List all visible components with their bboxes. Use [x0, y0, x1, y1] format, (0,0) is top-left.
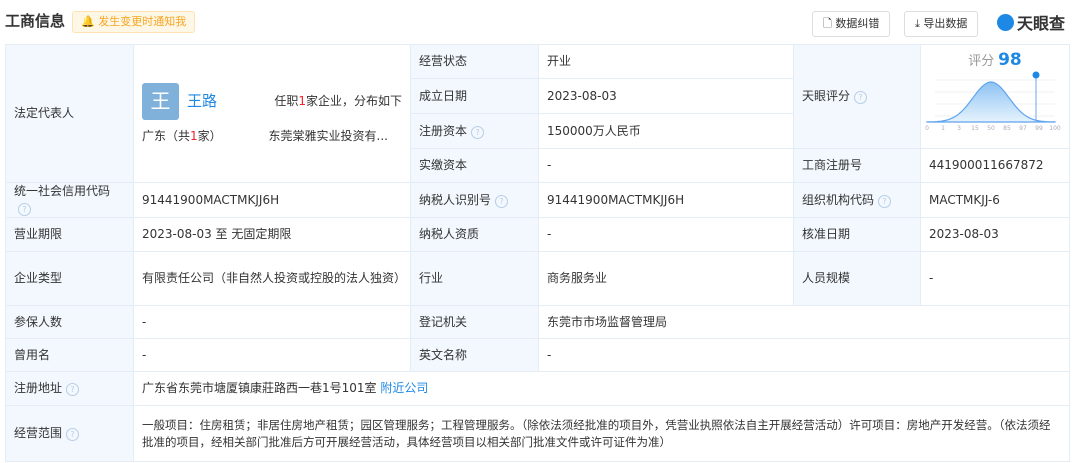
score-value: 98 [998, 50, 1022, 70]
founded-value: 2023-08-03 [538, 78, 794, 114]
chart-ticks: 0 1 3 15 50 85 97 99 100 [925, 125, 1061, 132]
logo-icon [997, 13, 1014, 31]
notify-button[interactable]: 🔔 发生变更时通知我 [72, 11, 196, 33]
taxpayer-qual-value: - [538, 217, 794, 252]
tick-label: 1 [941, 125, 945, 132]
logo: 天眼查 [997, 10, 1065, 34]
status-value: 开业 [538, 44, 794, 79]
tick-label: 3 [957, 125, 961, 132]
tick-label: 97 [1019, 125, 1027, 132]
org-code-label: 组织机构代码? [793, 182, 921, 218]
logo-text: 天眼查 [1017, 14, 1066, 33]
industry-label: 行业 [410, 251, 539, 306]
founded-label: 成立日期 [410, 78, 539, 114]
notify-label: 发生变更时通知我 [98, 15, 187, 28]
english-name-value: - [538, 338, 1070, 372]
insured-label: 参保人数 [5, 305, 134, 339]
tick-label: 100 [1049, 125, 1061, 132]
reg-no-value: 441900011667872 [920, 148, 1070, 183]
scope-value: 一般项目：住房租赁；非居住房地产租赁；园区管理服务；工程管理服务。（除依法须经批… [133, 405, 1070, 462]
taxpayer-id-value: 91441900MACTMKJJ6H [538, 182, 794, 218]
english-name-label: 英文名称 [410, 338, 539, 372]
staff-label: 人员规模 [793, 251, 921, 306]
term-value: 2023-08-03 至 无固定期限 [133, 217, 411, 252]
related-company[interactable]: 东莞棠雅实业投资有... [269, 128, 388, 145]
scope-label: 经营范围? [5, 405, 134, 462]
paid-capital-label: 实缴资本 [410, 148, 539, 183]
score-distribution-chart: 0 1 3 15 50 85 97 99 100 [925, 71, 1061, 132]
help-icon[interactable]: ? [854, 91, 868, 104]
help-icon[interactable]: ? [471, 125, 485, 139]
help-icon[interactable]: ? [495, 194, 509, 208]
reg-capital-label: 注册资本? [410, 113, 539, 149]
type-value: 有限责任公司（非自然人投资或控股的法人独资） [133, 251, 411, 306]
authority-value: 东莞市市场监督管理局 [538, 305, 1070, 339]
reg-no-label: 工商注册号 [793, 148, 921, 183]
term-label: 营业期限 [5, 217, 134, 252]
credit-code-label: 统一社会信用代码? [5, 182, 134, 218]
address-value: 广东省东莞市塘厦镇康莊路西一巷1号101室 附近公司 [133, 371, 1070, 406]
staff-value: - [920, 251, 1070, 306]
tick-label: 50 [987, 125, 995, 132]
taxpayer-qual-label: 纳税人资质 [410, 217, 539, 252]
legal-rep-cell: 王王路 任职1家企业，分布如下 广东（共1家） 东莞棠雅实业投资有... [133, 44, 411, 183]
legal-rep-label: 法定代表人 [5, 44, 134, 183]
positions-text: 任职1家企业，分布如下 [274, 93, 402, 108]
legal-rep-name[interactable]: 王路 [187, 92, 217, 110]
score-label: 天眼评分? [793, 44, 921, 149]
help-icon[interactable]: ? [66, 428, 80, 441]
address-label: 注册地址? [5, 371, 134, 406]
page-title: 工商信息 [5, 12, 66, 30]
avatar: 王 [142, 82, 179, 120]
tick-label: 0 [925, 125, 929, 132]
score-title: 评分 [968, 54, 995, 69]
export-label: 导出数据 [923, 17, 968, 30]
download-icon: ⤓ [915, 17, 920, 30]
industry-value: 商务服务业 [538, 251, 794, 306]
former-name-label: 曾用名 [5, 338, 134, 372]
tick-label: 15 [971, 125, 979, 132]
type-label: 企业类型 [5, 251, 134, 306]
report-error-button[interactable]: 🗋 数据纠错 [812, 11, 891, 37]
business-info-table: 法定代表人 王王路 任职1家企业，分布如下 广东（共1家） 东莞棠雅实业投资有.… [5, 44, 1070, 462]
authority-label: 登记机关 [410, 305, 539, 339]
approve-date-label: 核准日期 [793, 217, 921, 252]
region-text: 广东（共1家） [142, 128, 222, 143]
status-label: 经营状态 [410, 44, 539, 79]
reg-capital-value: 150000万人民币 [538, 113, 794, 149]
nearby-companies-link[interactable]: 附近公司 [380, 381, 428, 395]
credit-code-value: 91441900MACTMKJJ6H [133, 182, 411, 218]
tick-label: 99 [1035, 125, 1043, 132]
insured-value: - [133, 305, 411, 339]
taxpayer-id-label: 纳税人识别号? [410, 182, 539, 218]
help-icon[interactable]: ? [66, 383, 80, 396]
report-icon: 🗋 [823, 17, 832, 30]
former-name-value: - [133, 338, 411, 372]
help-icon[interactable]: ? [18, 203, 31, 216]
org-code-value: MACTMKJJ-6 [920, 182, 1070, 218]
score-marker-icon [1032, 71, 1040, 79]
report-label: 数据纠错 [835, 17, 880, 30]
export-button[interactable]: ⤓ 导出数据 [904, 11, 979, 37]
approve-date-value: 2023-08-03 [920, 217, 1070, 252]
tick-label: 85 [1003, 125, 1011, 132]
paid-capital-value: - [538, 148, 794, 183]
bell-icon: 🔔 [81, 15, 95, 28]
help-icon[interactable]: ? [878, 194, 892, 208]
score-cell: 评分 98 0 1 3 15 50 85 97 99 100 [920, 44, 1070, 149]
